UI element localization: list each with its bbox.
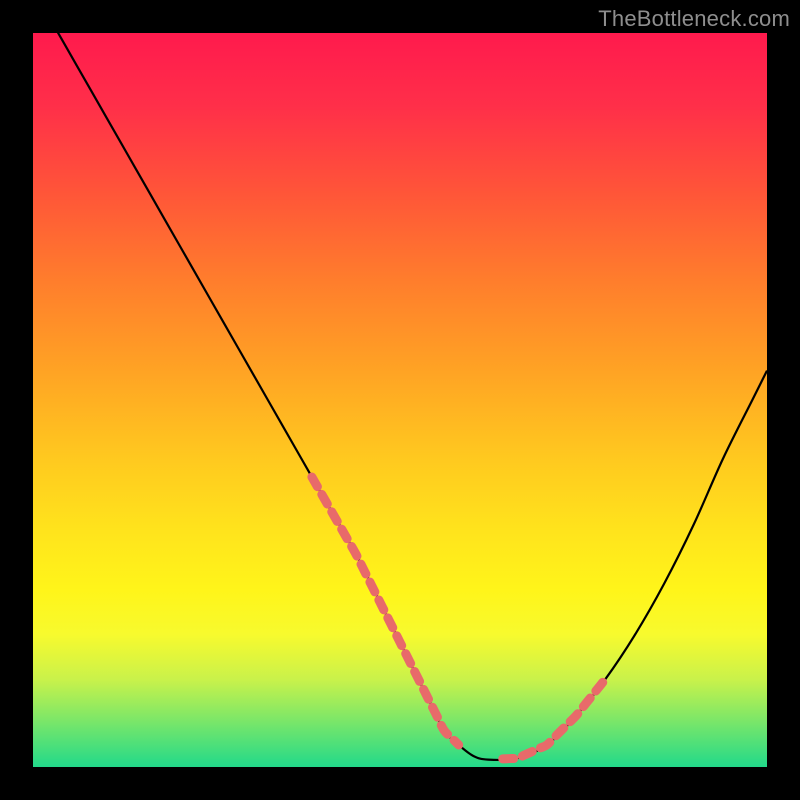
plot-area	[33, 33, 767, 767]
left-cluster-highlight	[312, 477, 459, 745]
bottleneck-curve	[33, 33, 767, 760]
plot-svg	[33, 33, 767, 767]
watermark-text: TheBottleneck.com	[598, 6, 790, 32]
chart-frame: TheBottleneck.com	[0, 0, 800, 800]
right-cluster-highlight	[503, 679, 606, 759]
